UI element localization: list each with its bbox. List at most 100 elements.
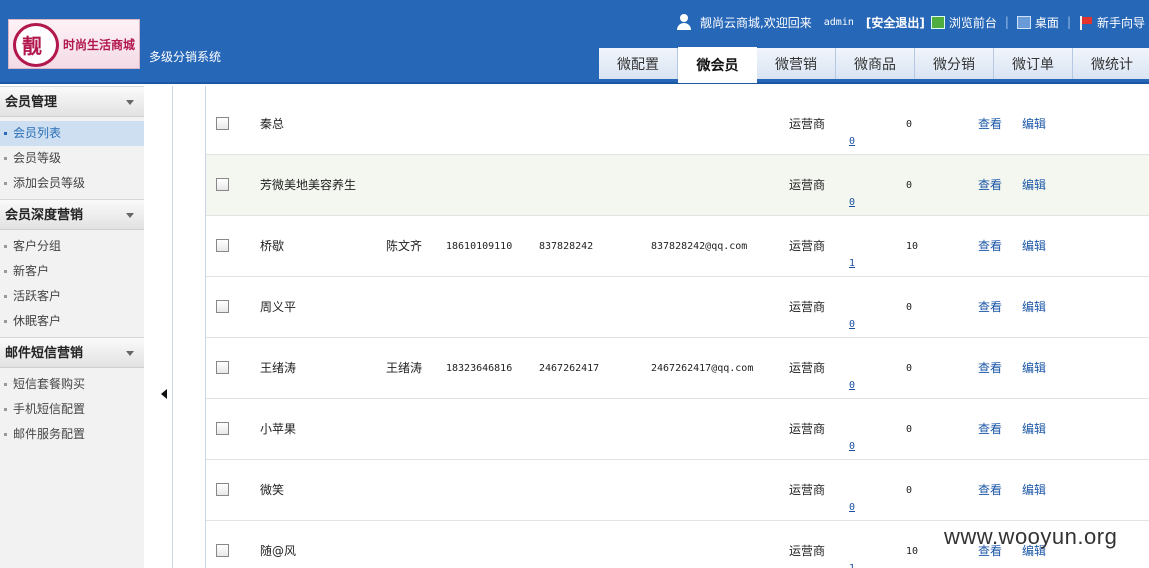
member-nickname: 周义平	[260, 300, 297, 314]
user-icon	[676, 14, 691, 30]
row-checkbox[interactable]	[216, 361, 229, 374]
row-checkbox[interactable]	[216, 544, 229, 557]
row-checkbox[interactable]	[216, 483, 229, 496]
member-points: 0	[906, 180, 913, 191]
view-link[interactable]: 查看	[978, 94, 1002, 155]
sidebar-collapse-strip	[144, 86, 184, 568]
sidebar-group-member-management[interactable]: 会员管理	[0, 86, 144, 117]
member-count-link[interactable]: 0	[849, 319, 855, 330]
tab-config[interactable]: 微配置	[599, 48, 678, 79]
edit-link[interactable]: 编辑	[1022, 277, 1046, 338]
flag-icon	[1079, 15, 1093, 30]
member-nickname: 王绪涛	[260, 361, 297, 375]
welcome-text: 靓尚云商城,欢迎回来	[699, 15, 812, 30]
member-count-link[interactable]: 0	[849, 197, 855, 208]
sidebar-item-sms-config[interactable]: 手机短信配置	[0, 397, 144, 422]
member-role: 运营商	[789, 178, 826, 192]
sidebar-item-add-member-level[interactable]: 添加会员等级	[0, 171, 144, 196]
sidebar-item-member-levels[interactable]: 会员等级	[0, 146, 144, 171]
logout-link[interactable]: [安全退出]	[866, 14, 925, 31]
separator: |	[1066, 15, 1071, 29]
member-role: 运营商	[789, 483, 826, 497]
table-row: 王绪涛 王绪涛 18323646816 2467262417 246726241…	[206, 338, 1149, 399]
chevron-down-icon	[126, 100, 134, 105]
sidebar-item-new-customers[interactable]: 新客户	[0, 259, 144, 284]
view-link[interactable]: 查看	[978, 155, 1002, 216]
member-points: 0	[906, 363, 913, 374]
view-link[interactable]: 查看	[978, 216, 1002, 277]
member-points: 10	[906, 241, 919, 252]
table-row: 周义平 运营商 0 0 查看 编辑	[206, 277, 1149, 338]
member-qq: 2467262417	[539, 363, 600, 374]
main-nav-tabs: 微配置 微会员 微营销 微商品 微分销 微订单 微统计	[599, 47, 1149, 84]
member-count-link[interactable]: 0	[849, 502, 855, 513]
member-count-link[interactable]: 0	[849, 136, 855, 147]
member-points: 0	[906, 424, 913, 435]
member-role: 运营商	[789, 239, 826, 253]
row-checkbox[interactable]	[216, 178, 229, 191]
tab-distribution[interactable]: 微分销	[915, 48, 994, 79]
brand-logo[interactable]: 靓 时尚生活商城	[8, 19, 140, 69]
member-nickname: 芳微美地美容养生	[260, 178, 357, 192]
sidebar-item-active-customers[interactable]: 活跃客户	[0, 284, 144, 309]
view-link[interactable]: 查看	[978, 399, 1002, 460]
row-checkbox[interactable]	[216, 239, 229, 252]
edit-link[interactable]: 编辑	[1022, 399, 1046, 460]
member-nickname: 桥歇	[260, 239, 285, 253]
sidebar-item-sms-packages[interactable]: 短信套餐购买	[0, 372, 144, 397]
member-count-link[interactable]: 1	[849, 258, 855, 269]
group-title-label: 会员深度营销	[5, 208, 84, 223]
logo-emblem: 靓	[13, 23, 59, 67]
member-role: 运营商	[789, 422, 826, 436]
sidebar-item-member-list[interactable]: 会员列表	[0, 121, 144, 146]
desktop-link[interactable]: 桌面	[1035, 14, 1059, 31]
row-checkbox[interactable]	[216, 117, 229, 130]
member-nickname: 小苹果	[260, 422, 297, 436]
sidebar-item-customer-groups[interactable]: 客户分组	[0, 234, 144, 259]
desktop-icon	[1016, 15, 1031, 29]
view-link[interactable]: 查看	[978, 338, 1002, 399]
tab-statistics[interactable]: 微统计	[1073, 48, 1149, 79]
top-utility-bar: 靓尚云商城,欢迎回来 admin [安全退出] 浏览前台 | 桌面 | 新手向导	[676, 13, 1145, 31]
tab-products[interactable]: 微商品	[836, 48, 915, 79]
member-email: 2467262417@qq.com	[651, 363, 754, 374]
sidebar-item-dormant-customers[interactable]: 休眠客户	[0, 309, 144, 334]
username: admin	[823, 16, 854, 28]
tab-marketing[interactable]: 微营销	[757, 48, 836, 79]
member-email: 837828242@qq.com	[651, 241, 748, 252]
table-row: 芳微美地美容养生 运营商 0 0 查看 编辑	[206, 155, 1149, 216]
member-role: 运营商	[789, 117, 826, 131]
member-count-link[interactable]: 0	[849, 441, 855, 452]
edit-link[interactable]: 编辑	[1022, 216, 1046, 277]
sidebar-group-email-sms-marketing[interactable]: 邮件短信营销	[0, 337, 144, 368]
sidebar-group-deep-marketing[interactable]: 会员深度营销	[0, 199, 144, 230]
table-row: 桥歇 陈文齐 18610109110 837828242 837828242@q…	[206, 216, 1149, 277]
table-row: 微笑 运营商 0 0 查看 编辑	[206, 460, 1149, 521]
guide-link[interactable]: 新手向导	[1097, 14, 1145, 31]
row-checkbox[interactable]	[216, 300, 229, 313]
member-qq: 837828242	[539, 241, 594, 252]
divider	[172, 86, 173, 568]
browse-frontend-link[interactable]: 浏览前台	[949, 14, 997, 31]
member-points: 10	[906, 546, 919, 557]
edit-link[interactable]: 编辑	[1022, 460, 1046, 521]
member-role: 运营商	[789, 361, 826, 375]
view-link[interactable]: 查看	[978, 277, 1002, 338]
edit-link[interactable]: 编辑	[1022, 155, 1046, 216]
view-link[interactable]: 查看	[978, 460, 1002, 521]
member-role: 运营商	[789, 544, 826, 558]
sidebar-item-email-config[interactable]: 邮件服务配置	[0, 422, 144, 447]
collapse-arrow-icon[interactable]	[161, 389, 167, 399]
member-points: 0	[906, 302, 913, 313]
member-count-link[interactable]: 0	[849, 380, 855, 391]
member-count-link[interactable]: 1	[849, 563, 855, 568]
separator: |	[1004, 15, 1009, 29]
row-checkbox[interactable]	[216, 422, 229, 435]
tab-orders[interactable]: 微订单	[994, 48, 1073, 79]
member-nickname: 随@风	[260, 544, 297, 558]
member-nickname: 秦总	[260, 117, 285, 131]
edit-link[interactable]: 编辑	[1022, 94, 1046, 155]
member-phone: 18610109110	[446, 241, 513, 252]
edit-link[interactable]: 编辑	[1022, 338, 1046, 399]
tab-members[interactable]: 微会员	[678, 47, 757, 83]
